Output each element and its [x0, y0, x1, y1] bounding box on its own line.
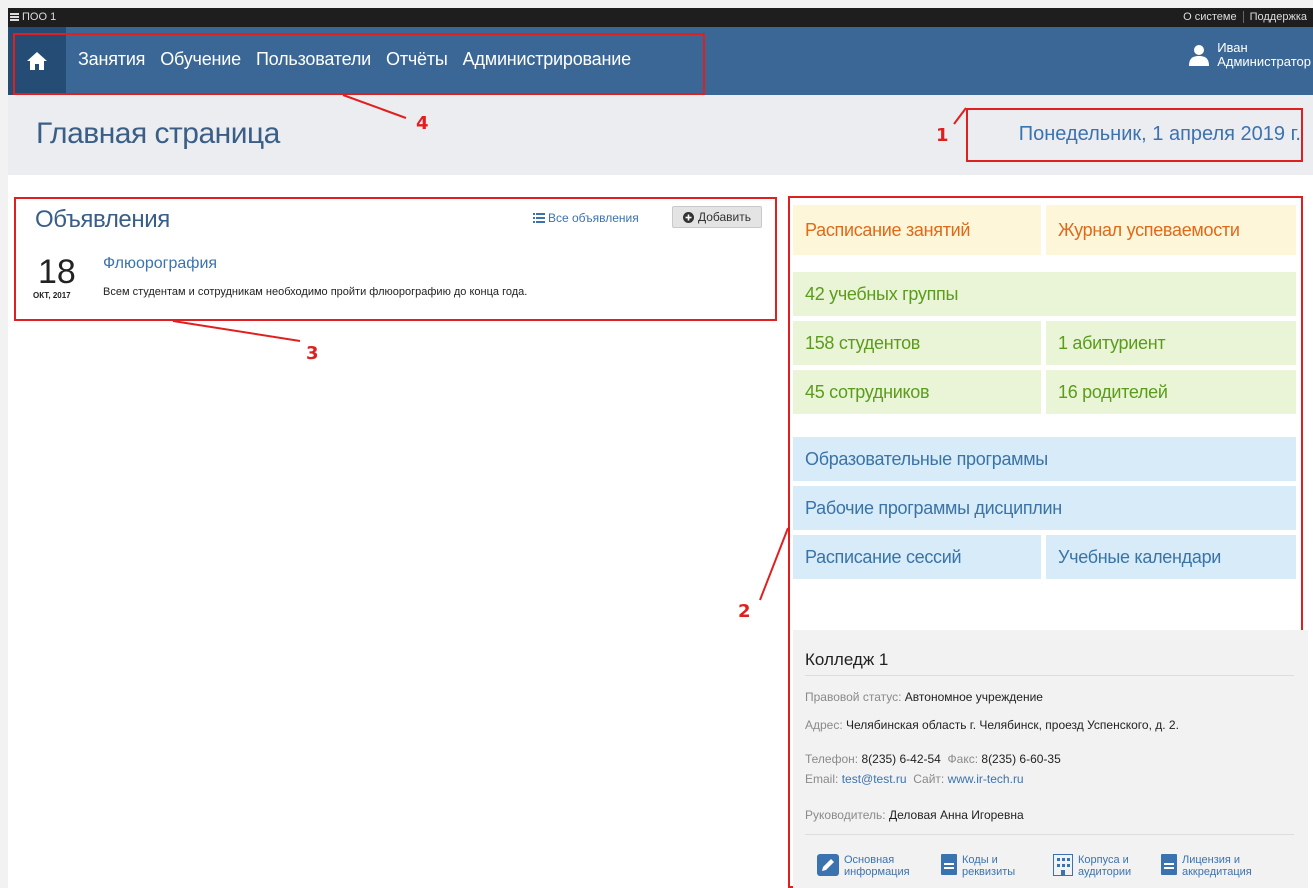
menu-icon[interactable] — [10, 12, 19, 23]
site-label: Сайт: — [913, 772, 945, 786]
link-buildings-label: Корпуса и аудитории — [1078, 854, 1131, 878]
link-codes-line2: реквизиты — [962, 866, 1016, 878]
fax-label: Факс: — [947, 752, 979, 766]
add-announcement-button[interactable]: Добавить — [672, 206, 762, 228]
document-icon — [1161, 854, 1177, 875]
about-link[interactable]: О системе — [1177, 11, 1242, 23]
link-codes-line1: Коды и — [962, 854, 998, 866]
user-name: Иван Администратор — [1217, 41, 1311, 69]
link-buildings-line2: аудитории — [1078, 866, 1132, 878]
divider — [805, 675, 1294, 676]
annotation-label-4: 4 — [416, 113, 429, 134]
brand-menu[interactable]: ПОО 1 — [10, 11, 56, 23]
annotation-label-1: 1 — [936, 125, 949, 146]
list-icon — [533, 213, 545, 223]
email-link[interactable]: test@test.ru — [842, 772, 907, 786]
tile-class-schedule[interactable]: Расписание занятий — [793, 205, 1041, 255]
tile-staff[interactable]: 45 сотрудников — [793, 370, 1041, 414]
link-main-info-line1: Основная — [844, 854, 895, 866]
link-license-line1: Лицензия и — [1182, 854, 1241, 866]
document-icon — [941, 854, 957, 875]
tile-study-groups[interactable]: 42 учебных группы — [793, 272, 1296, 316]
link-license-line2: аккредитация — [1182, 866, 1252, 878]
phone-fax: Телефон: 8(235) 6-42-54 Факс: 8(235) 6-6… — [805, 752, 1061, 766]
link-main-info-label: Основная информация — [844, 854, 910, 878]
link-buildings[interactable]: Корпуса и аудитории — [1053, 854, 1131, 878]
annotation-label-2: 2 — [738, 601, 751, 622]
annotation-box-1 — [966, 108, 1303, 162]
fax-value: 8(235) 6-60-35 — [981, 752, 1061, 766]
announcement-month-year: ОКТ, 2017 — [33, 291, 71, 300]
top-links: О системе Поддержка — [1177, 11, 1313, 23]
support-link[interactable]: Поддержка — [1242, 11, 1313, 23]
user-menu[interactable]: Иван Администратор — [1189, 41, 1311, 69]
tile-edu-programs[interactable]: Образовательные программы — [793, 437, 1296, 481]
site-link[interactable]: www.ir-tech.ru — [948, 772, 1024, 786]
link-main-info[interactable]: Основная информация — [817, 854, 910, 878]
college-info-panel: Колледж 1 Правовой статус: Автономное уч… — [793, 630, 1308, 888]
announcement-title-link[interactable]: Флюорография — [103, 255, 217, 273]
address: Адрес: Челябинская область г. Челябинск,… — [805, 718, 1179, 732]
legal-status-label: Правовой статус: — [805, 690, 902, 704]
brand-label: ПОО 1 — [22, 11, 57, 23]
app-frame: ПОО 1 О системе Поддержка Занятия Обучен… — [8, 8, 1313, 888]
announcement-text: Всем студентам и сотрудникам необходимо … — [103, 286, 528, 298]
page-title: Главная страница — [36, 117, 280, 150]
divider — [805, 834, 1294, 835]
address-value: Челябинская область г. Челябинск, проезд… — [846, 718, 1179, 732]
legal-status-value: Автономное учреждение — [904, 690, 1043, 704]
all-announcements-link[interactable]: Все объявления — [533, 211, 639, 225]
address-label: Адрес: — [805, 718, 843, 732]
college-name: Колледж 1 — [805, 650, 889, 669]
top-strip: ПОО 1 О системе Поддержка — [8, 8, 1313, 27]
link-license[interactable]: Лицензия и аккредитация — [1161, 854, 1252, 878]
add-button-label: Добавить — [697, 210, 752, 224]
tile-study-calendars[interactable]: Учебные календари — [1046, 535, 1296, 579]
tile-work-programs[interactable]: Рабочие программы дисциплин — [793, 486, 1296, 530]
email-site: Email: test@test.ru Сайт: www.ir-tech.ru — [805, 772, 1024, 786]
user-role: Администратор — [1217, 54, 1311, 69]
plus-circle-icon — [682, 211, 694, 223]
phone-value: 8(235) 6-42-54 — [861, 752, 941, 766]
tile-students[interactable]: 158 студентов — [793, 321, 1041, 365]
tile-parents[interactable]: 16 родителей — [1046, 370, 1296, 414]
legal-status: Правовой статус: Автономное учреждение — [805, 690, 1043, 704]
link-main-info-line2: информация — [844, 866, 910, 878]
tile-grade-journal[interactable]: Журнал успеваемости — [1046, 205, 1296, 255]
announcement-day: 18 — [38, 253, 76, 291]
announcements-title: Объявления — [35, 206, 170, 233]
director: Руководитель: Деловая Анна Игоревна — [805, 808, 1024, 822]
user-icon — [1189, 45, 1210, 66]
director-label: Руководитель: — [805, 808, 886, 822]
director-value: Деловая Анна Игоревна — [889, 808, 1024, 822]
tile-session-schedule[interactable]: Расписание сессий — [793, 535, 1041, 579]
user-first-name: Иван — [1217, 40, 1248, 55]
email-label: Email: — [805, 772, 839, 786]
pencil-icon — [817, 854, 839, 876]
phone-label: Телефон: — [805, 752, 859, 766]
link-codes-details[interactable]: Коды и реквизиты — [941, 854, 1015, 878]
link-buildings-line1: Корпуса и — [1078, 854, 1129, 866]
link-license-label: Лицензия и аккредитация — [1182, 854, 1252, 878]
annotation-label-3: 3 — [306, 343, 319, 364]
link-codes-label: Коды и реквизиты — [962, 854, 1015, 878]
tile-applicants[interactable]: 1 абитуриент — [1046, 321, 1296, 365]
all-announcements-label: Все объявления — [548, 211, 639, 225]
building-icon — [1053, 854, 1073, 876]
annotation-box-4 — [13, 33, 705, 95]
